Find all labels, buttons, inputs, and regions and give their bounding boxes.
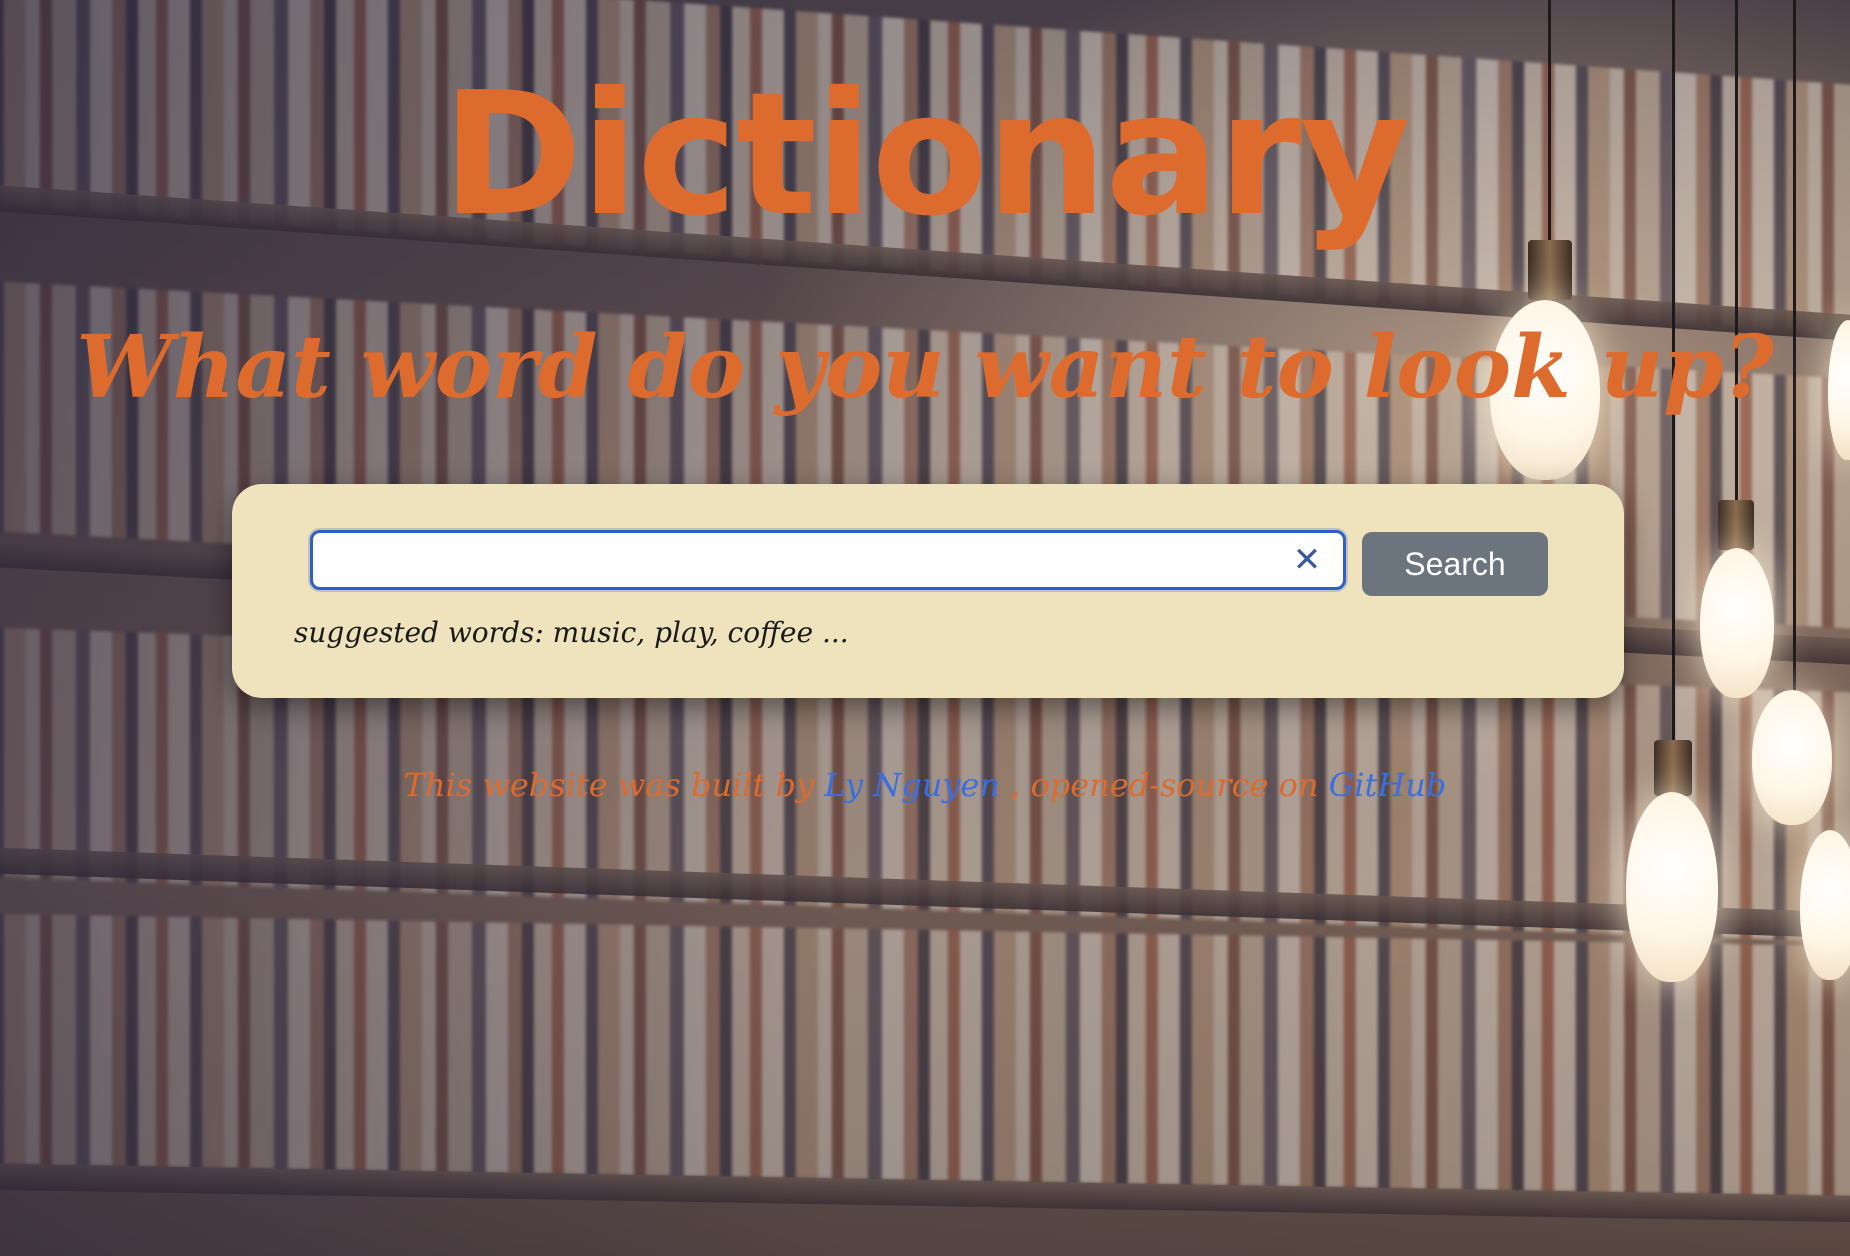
page-title: Dictionary xyxy=(441,56,1411,254)
suggested-words: suggested words: music, play, coffee ... xyxy=(294,616,849,649)
author-link[interactable]: Ly Nguyen xyxy=(824,766,1000,804)
footer-middle: , opened-source on xyxy=(999,766,1329,804)
lamp-socket xyxy=(1528,240,1572,300)
page-subtitle: What word do you want to look up? xyxy=(76,317,1774,418)
search-card: ✕ Search suggested words: music, play, c… xyxy=(232,484,1624,698)
search-input[interactable] xyxy=(323,533,1283,587)
footer-prefix: This website was built by xyxy=(403,766,825,804)
github-link[interactable]: GitHub xyxy=(1329,766,1447,804)
search-button[interactable]: Search xyxy=(1362,532,1548,596)
light-bulb-icon xyxy=(1626,792,1718,982)
search-field[interactable]: ✕ xyxy=(310,530,1346,590)
light-bulb-icon xyxy=(1700,548,1774,698)
clear-icon[interactable]: ✕ xyxy=(1289,540,1325,580)
footer-credit: This website was built by Ly Nguyen , op… xyxy=(0,766,1850,804)
light-bulb-icon xyxy=(1752,690,1832,825)
lamp-socket xyxy=(1718,500,1754,550)
light-bulb-icon xyxy=(1800,830,1850,980)
